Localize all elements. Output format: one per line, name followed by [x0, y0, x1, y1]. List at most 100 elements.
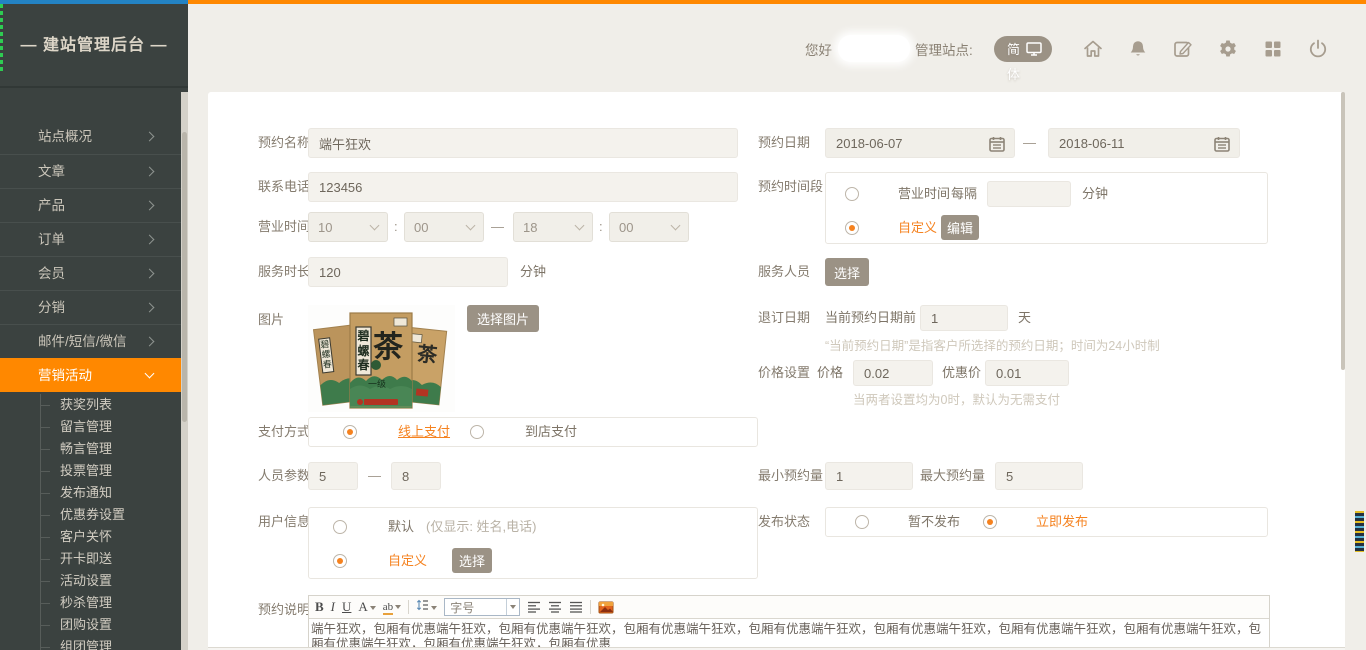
booking-name-input[interactable]: 端午狂欢 — [308, 128, 738, 158]
align-left-icon[interactable] — [527, 601, 541, 613]
sidebar-item-articles[interactable]: 文章 — [0, 154, 181, 188]
sidebar-scrollbar-thumb[interactable] — [182, 132, 187, 422]
hour-to-select[interactable]: 18 — [513, 212, 593, 242]
publish-later-radio[interactable] — [855, 515, 869, 529]
line-height-button[interactable] — [416, 597, 437, 617]
sidebar-subitem[interactable]: 客户关怀 — [0, 526, 181, 548]
pay-online-label[interactable]: 线上支付 — [398, 417, 450, 447]
svg-text:一级: 一级 — [368, 378, 386, 389]
date-from-input[interactable]: 2018-06-07 — [825, 128, 1015, 158]
field-label: 服务时长 — [258, 257, 310, 287]
align-justify-icon[interactable] — [569, 601, 583, 613]
bell-icon[interactable] — [1127, 38, 1149, 60]
editor-content[interactable]: 端午狂欢，包厢有优惠端午狂欢，包厢有优惠端午狂欢，包厢有优惠端午狂欢，包厢有优惠… — [309, 619, 1269, 650]
apps-grid-icon[interactable] — [1262, 38, 1284, 60]
minute-from-select[interactable]: 00 — [404, 212, 484, 242]
italic-button[interactable]: I — [331, 597, 335, 617]
timeslot-custom-radio[interactable] — [845, 221, 859, 235]
caret-down-icon — [370, 606, 376, 610]
publish-now-radio[interactable] — [983, 515, 997, 529]
cancel-days-input[interactable]: 1 — [920, 305, 1008, 331]
choose-users-button[interactable]: 选择 — [452, 548, 492, 573]
timeslot-business-radio[interactable] — [845, 187, 859, 201]
hour-from-select[interactable]: 10 — [308, 212, 388, 242]
price-hint: 当两者设置均为0时，默认为无需支付 — [853, 389, 1060, 408]
sidebar-item-distribution[interactable]: 分销 — [0, 290, 181, 324]
form-panel: 预约名称 端午狂欢 预约日期 2018-06-07 — 2018-06-11 联… — [208, 92, 1345, 650]
field-label: 预约日期 — [758, 128, 810, 158]
language-badge[interactable]: 简体 — [994, 36, 1052, 62]
sidebar-subitem[interactable]: 开卡即送 — [0, 548, 181, 570]
power-icon[interactable] — [1307, 38, 1329, 60]
sidebar-subitem[interactable]: 活动设置 — [0, 570, 181, 592]
sidebar-item-orders[interactable]: 订单 — [0, 222, 181, 256]
calendar-icon[interactable] — [989, 136, 1005, 152]
duration-input[interactable]: 120 — [308, 257, 508, 287]
publish-now-label: 立即发布 — [1036, 507, 1088, 537]
min-booking-input[interactable]: 1 — [825, 462, 913, 490]
font-color-button[interactable]: A — [358, 597, 375, 617]
timeslot-custom-label: 自定义 — [898, 214, 937, 242]
sidebar-item-products[interactable]: 产品 — [0, 188, 181, 222]
people-min-input[interactable]: 5 — [308, 462, 358, 490]
date-to-input[interactable]: 2018-06-11 — [1048, 128, 1240, 158]
max-booking-label: 最大预约量 — [920, 462, 985, 490]
top-strip-blue — [0, 0, 188, 4]
sidebar-subitem[interactable]: 组团管理 — [0, 636, 181, 650]
pay-online-radio[interactable] — [343, 425, 357, 439]
sidebar-subitem[interactable]: 秒杀管理 — [0, 592, 181, 614]
svg-text:茶: 茶 — [373, 331, 404, 364]
sale-price-label: 优惠价 — [942, 359, 981, 387]
sidebar-subitem[interactable]: 畅言管理 — [0, 438, 181, 460]
highlight-button[interactable]: ab — [383, 597, 401, 617]
caret-down-icon — [431, 606, 437, 610]
rich-text-editor: B I U A ab 字号 端午狂欢，包厢有优惠端午狂欢，包厢有优惠端午狂欢，包… — [308, 595, 1270, 650]
interval-input[interactable] — [987, 181, 1071, 207]
settings-icon[interactable] — [1217, 38, 1239, 60]
minute-to-select[interactable]: 00 — [609, 212, 689, 242]
sidebar-subitem[interactable]: 团购设置 — [0, 614, 181, 636]
userinfo-custom-radio[interactable] — [333, 554, 347, 568]
sidebar-item-site-overview[interactable]: 站点概况 — [0, 120, 181, 154]
max-booking-input[interactable]: 5 — [995, 462, 1083, 490]
sidebar-subitem[interactable]: 投票管理 — [0, 460, 181, 482]
underline-button[interactable]: U — [342, 597, 351, 617]
choose-image-button[interactable]: 选择图片 — [467, 305, 539, 332]
userinfo-default-radio[interactable] — [333, 520, 347, 534]
choose-staff-button[interactable]: 选择 — [825, 258, 869, 286]
sidebar-item-mail-sms-wechat[interactable]: 邮件/短信/微信 — [0, 324, 181, 358]
font-size-dropdown-button[interactable] — [506, 599, 519, 615]
caret-down-icon — [510, 605, 516, 609]
people-max-input[interactable]: 8 — [391, 462, 441, 490]
sidebar-subitem[interactable]: 留言管理 — [0, 416, 181, 438]
font-size-select[interactable]: 字号 — [444, 598, 520, 616]
sale-price-input[interactable]: 0.01 — [985, 360, 1069, 386]
product-image: 碧螺春 茶 碧螺春茶一级 — [308, 305, 455, 412]
colon: : — [599, 212, 603, 242]
home-icon[interactable] — [1082, 38, 1104, 60]
sidebar-menu: 站点概况 文章 产品 订单 会员 分销 邮件/短信/微信 营销活动 — [0, 120, 181, 392]
timeslot-unit-label: 分钟 — [1082, 180, 1108, 208]
floating-widget[interactable] — [1353, 508, 1366, 555]
edit-timeslot-button[interactable]: 编辑 — [941, 215, 979, 240]
sidebar-subitem[interactable]: 获奖列表 — [0, 394, 181, 416]
pay-instore-radio[interactable] — [470, 425, 484, 439]
calendar-icon[interactable] — [1214, 136, 1230, 152]
phone-input[interactable]: 123456 — [308, 172, 738, 202]
sidebar-scrollbar[interactable] — [181, 92, 188, 650]
edit-icon[interactable] — [1172, 38, 1194, 60]
sidebar-item-marketing[interactable]: 营销活动 — [0, 358, 181, 392]
scrollbar-thumb[interactable] — [1341, 92, 1345, 370]
sidebar-subitem[interactable]: 发布通知 — [0, 482, 181, 504]
chevron-down-icon — [575, 221, 585, 231]
people-dash: — — [368, 461, 381, 491]
sidebar-item-members[interactable]: 会员 — [0, 256, 181, 290]
bold-button[interactable]: B — [315, 597, 324, 617]
duration-unit: 分钟 — [520, 257, 546, 287]
align-center-icon[interactable] — [548, 601, 562, 613]
insert-image-icon[interactable] — [598, 601, 614, 614]
field-label: 价格设置 — [758, 359, 810, 387]
sidebar-subitem[interactable]: 优惠券设置 — [0, 504, 181, 526]
field-label: 预约时间段 — [758, 172, 823, 202]
price-input[interactable]: 0.02 — [853, 360, 933, 386]
